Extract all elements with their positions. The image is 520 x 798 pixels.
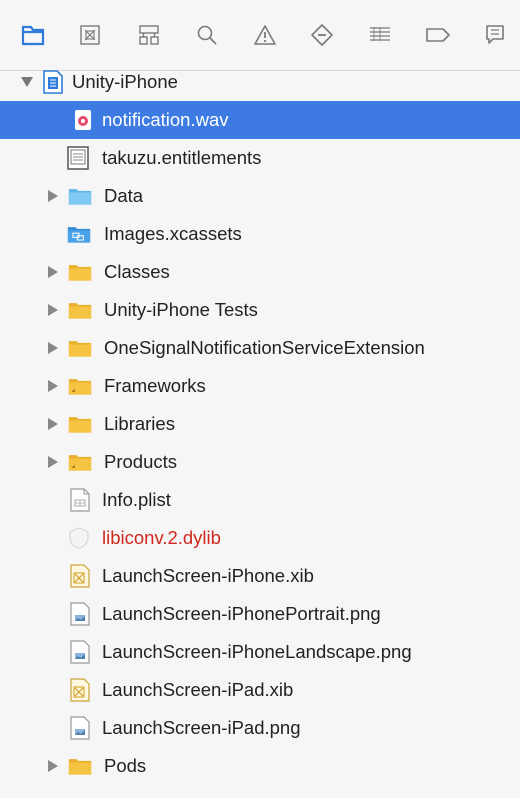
tree-label-launchscreen-ipad-xib: LaunchScreen-iPad.xib — [102, 679, 294, 700]
tree-label-launchscreen-ipad-png: LaunchScreen-iPad.png — [102, 717, 301, 738]
png-file-icon — [68, 602, 92, 626]
tree-label-info-plist: Info.plist — [102, 489, 171, 510]
folder-icon — [68, 754, 92, 778]
audio-file-icon — [71, 108, 95, 132]
breakpoint-icon[interactable] — [425, 22, 451, 48]
tree-label-launchscreen-iphone-xib: LaunchScreen-iPhone.xib — [102, 565, 314, 586]
tree-row-launchscreen-iphone-xib[interactable]: LaunchScreen-iPhone.xib — [0, 557, 520, 595]
debug-list-icon[interactable] — [367, 22, 393, 48]
tree-label-images-xcassets: Images.xcassets — [104, 223, 242, 244]
report-icon[interactable] — [482, 22, 508, 48]
tree-label-data: Data — [104, 185, 144, 206]
issue-warning-icon[interactable] — [252, 22, 278, 48]
group-folder-icon — [68, 374, 92, 398]
test-diamond-icon[interactable] — [309, 22, 335, 48]
tree-row-onesignal-extension[interactable]: OneSignalNotificationServiceExtension — [0, 329, 520, 367]
folder-icon — [68, 336, 92, 360]
tree-row-notification-wav[interactable]: notification.wav — [0, 101, 520, 139]
tree-row-data[interactable]: Data — [0, 177, 520, 215]
tree-label-launchscreen-iphonelandscape-png: LaunchScreen-iPhoneLandscape.png — [102, 641, 412, 662]
disclosure-collapsed-icon[interactable] — [46, 303, 60, 317]
tree-label-root: Unity-iPhone — [72, 71, 178, 92]
asset-catalog-icon — [67, 222, 91, 246]
tree-row-frameworks[interactable]: Frameworks — [0, 367, 520, 405]
tree-row-launchscreen-iphonelandscape-png[interactable]: LaunchScreen-iPhoneLandscape.png — [0, 633, 520, 671]
tree-row-launchscreen-ipad-xib[interactable]: LaunchScreen-iPad.xib — [0, 671, 520, 709]
tree-row-launchscreen-ipad-png[interactable]: LaunchScreen-iPad.png — [0, 709, 520, 747]
tree-label-libraries: Libraries — [104, 413, 175, 434]
tree-row-root[interactable]: Unity-iPhone — [0, 63, 520, 101]
disclosure-collapsed-icon[interactable] — [46, 759, 60, 773]
symbol-icon[interactable] — [136, 22, 162, 48]
plist-file-icon — [68, 488, 92, 512]
tree-label-unity-iphone-tests: Unity-iPhone Tests — [104, 299, 258, 320]
tree-row-products[interactable]: Products — [0, 443, 520, 481]
disclosure-expanded-icon[interactable] — [20, 75, 34, 89]
disclosure-collapsed-icon[interactable] — [46, 265, 60, 279]
folder-icon — [68, 260, 92, 284]
source-control-icon[interactable] — [77, 22, 103, 48]
folder-icon — [68, 298, 92, 322]
blue-folder-icon — [68, 184, 92, 208]
tree-row-images-xcassets[interactable]: Images.xcassets — [0, 215, 520, 253]
tree-row-launchscreen-iphoneportrait-png[interactable]: LaunchScreen-iPhonePortrait.png — [0, 595, 520, 633]
tree-label-frameworks: Frameworks — [104, 375, 206, 396]
tree-label-libiconv: libiconv.2.dylib — [102, 527, 221, 548]
disclosure-collapsed-icon[interactable] — [46, 189, 60, 203]
tree-label-entitlements: takuzu.entitlements — [102, 147, 262, 168]
tree-label-products: Products — [104, 451, 178, 472]
png-file-icon — [68, 716, 92, 740]
disclosure-collapsed-icon[interactable] — [46, 455, 60, 469]
tree-label-pods: Pods — [104, 755, 147, 776]
xib-file-icon — [68, 564, 92, 588]
folder-icon[interactable] — [20, 22, 46, 48]
tree-row-classes[interactable]: Classes — [0, 253, 520, 291]
tree-row-entitlements[interactable]: takuzu.entitlements — [0, 139, 520, 177]
disclosure-collapsed-icon[interactable] — [46, 341, 60, 355]
search-icon[interactable] — [194, 22, 220, 48]
library-shield-icon — [67, 526, 91, 550]
folder-icon — [68, 412, 92, 436]
disclosure-collapsed-icon[interactable] — [46, 379, 60, 393]
png-file-icon — [68, 640, 92, 664]
tree-row-unity-iphone-tests[interactable]: Unity-iPhone Tests — [0, 291, 520, 329]
xib-file-icon — [68, 678, 92, 702]
group-folder-icon — [68, 450, 92, 474]
disclosure-collapsed-icon[interactable] — [46, 417, 60, 431]
tree-row-libiconv[interactable]: libiconv.2.dylib — [0, 519, 520, 557]
tree-label-notification-wav: notification.wav — [102, 109, 229, 130]
tree-label-onesignal-extension: OneSignalNotificationServiceExtension — [104, 337, 425, 358]
tree-row-pods[interactable]: Pods — [0, 747, 520, 785]
tree-row-info-plist[interactable]: Info.plist — [0, 481, 520, 519]
entitlements-file-icon — [66, 146, 90, 170]
project-file-icon — [41, 70, 65, 94]
tree-label-launchscreen-iphoneportrait-png: LaunchScreen-iPhonePortrait.png — [102, 603, 381, 624]
tree-row-libraries[interactable]: Libraries — [0, 405, 520, 443]
navigator-tab-bar — [0, 0, 520, 71]
tree-label-classes: Classes — [104, 261, 170, 282]
